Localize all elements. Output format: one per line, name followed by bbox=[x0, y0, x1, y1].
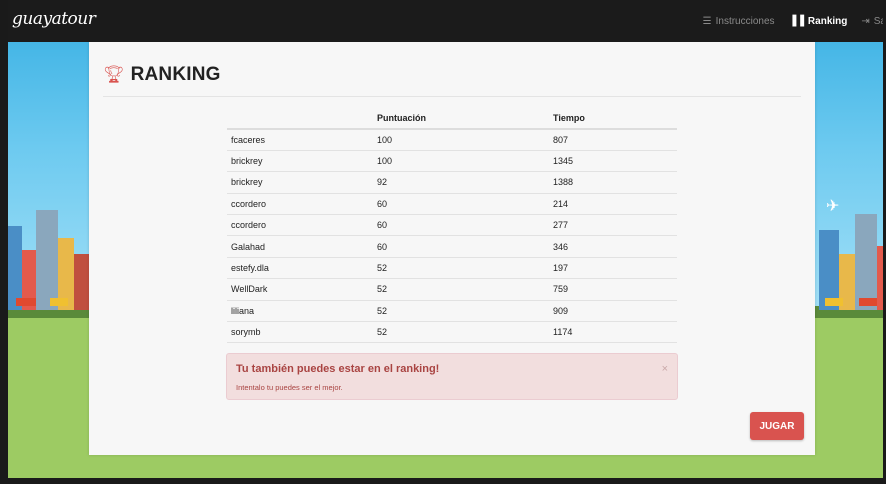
cell-score: 52 bbox=[373, 300, 549, 323]
column-header-user bbox=[227, 108, 373, 130]
cell-score: 60 bbox=[373, 235, 549, 258]
cell-time: 759 bbox=[549, 278, 677, 301]
navbar: guayatour ☰ Instrucciones ▐▐ Ranking ⇥ S… bbox=[0, 0, 886, 42]
table-row: liliana 52 909 bbox=[227, 300, 677, 323]
cell-time: 277 bbox=[549, 214, 677, 237]
cell-time: 1345 bbox=[549, 150, 677, 173]
table-row: fcaceres 100 807 bbox=[227, 129, 677, 151]
nav-ranking-link[interactable]: ▐▐ Ranking bbox=[789, 16, 848, 27]
cell-user: brickrey bbox=[227, 171, 373, 194]
page-header: 🏆︎ RANKING bbox=[103, 64, 221, 86]
alert-text: Intentalo tu puedes ser el mejor. bbox=[236, 383, 343, 392]
cell-score: 100 bbox=[373, 150, 549, 173]
cell-score: 60 bbox=[373, 193, 549, 216]
cell-score: 100 bbox=[373, 129, 549, 151]
cell-time: 909 bbox=[549, 300, 677, 323]
ranking-table: Puntuación Tiempo fcaceres 100 807 brick… bbox=[227, 108, 677, 344]
nav-logout-link[interactable]: ⇥ Sa bbox=[861, 16, 886, 27]
page-title: RANKING bbox=[130, 64, 221, 85]
nav-instructions-link[interactable]: ☰ Instrucciones bbox=[703, 16, 775, 27]
cell-user: ccordero bbox=[227, 214, 373, 237]
table-row: brickrey 92 1388 bbox=[227, 171, 677, 194]
cell-time: 214 bbox=[549, 193, 677, 216]
cell-time: 346 bbox=[549, 235, 677, 258]
cell-time: 1388 bbox=[549, 171, 677, 194]
trophy-icon: 🏆︎ bbox=[103, 65, 125, 85]
close-icon[interactable]: × bbox=[662, 363, 668, 375]
cell-time: 197 bbox=[549, 257, 677, 280]
column-header-score: Puntuación bbox=[373, 108, 549, 130]
table-row: ccordero 60 214 bbox=[227, 193, 677, 216]
cell-user: liliana bbox=[227, 300, 373, 323]
table-row: WellDark 52 759 bbox=[227, 278, 677, 301]
table-row: sorymb 52 1174 bbox=[227, 321, 677, 344]
list-icon: ☰ bbox=[702, 15, 712, 27]
bar-chart-icon: ▐▐ bbox=[788, 15, 804, 27]
cell-user: sorymb bbox=[227, 321, 373, 344]
play-button[interactable]: JUGAR bbox=[750, 412, 804, 440]
airplane-icon: ✈ bbox=[826, 196, 840, 215]
ranking-panel: 🏆︎ RANKING Puntuación Tiempo fcaceres 10… bbox=[89, 42, 815, 455]
cell-user: WellDark bbox=[227, 278, 373, 301]
cell-time: 1174 bbox=[549, 321, 677, 344]
cell-score: 52 bbox=[373, 321, 549, 344]
cell-time: 807 bbox=[549, 129, 677, 151]
cell-user: Galahad bbox=[227, 235, 373, 258]
table-row: estefy.dla 52 197 bbox=[227, 257, 677, 280]
cell-user: ccordero bbox=[227, 193, 373, 216]
ranking-alert: Tu también puedes estar en el ranking! I… bbox=[226, 353, 678, 400]
brand-logo[interactable]: guayatour bbox=[12, 9, 96, 29]
cell-score: 52 bbox=[373, 257, 549, 280]
nav-logout-label: Sa bbox=[873, 15, 886, 27]
cell-score: 52 bbox=[373, 278, 549, 301]
nav-links: ☰ Instrucciones ▐▐ Ranking ⇥ Sa bbox=[689, 0, 886, 42]
table-row: Galahad 60 346 bbox=[227, 235, 677, 258]
cell-score: 92 bbox=[373, 171, 549, 194]
cell-user: fcaceres bbox=[227, 129, 373, 151]
sign-out-icon: ⇥ bbox=[861, 15, 870, 27]
cell-score: 60 bbox=[373, 214, 549, 237]
table-row: brickrey 100 1345 bbox=[227, 150, 677, 173]
cell-user: estefy.dla bbox=[227, 257, 373, 280]
column-header-time: Tiempo bbox=[549, 108, 677, 130]
cell-user: brickrey bbox=[227, 150, 373, 173]
nav-ranking-label: Ranking bbox=[807, 15, 848, 27]
table-header-row: Puntuación Tiempo bbox=[227, 108, 677, 130]
header-divider bbox=[103, 96, 801, 97]
table-row: ccordero 60 277 bbox=[227, 214, 677, 237]
alert-title: Tu también puedes estar en el ranking! bbox=[236, 363, 440, 375]
nav-instructions-label: Instrucciones bbox=[715, 15, 775, 27]
city-illustration-left bbox=[0, 190, 95, 310]
